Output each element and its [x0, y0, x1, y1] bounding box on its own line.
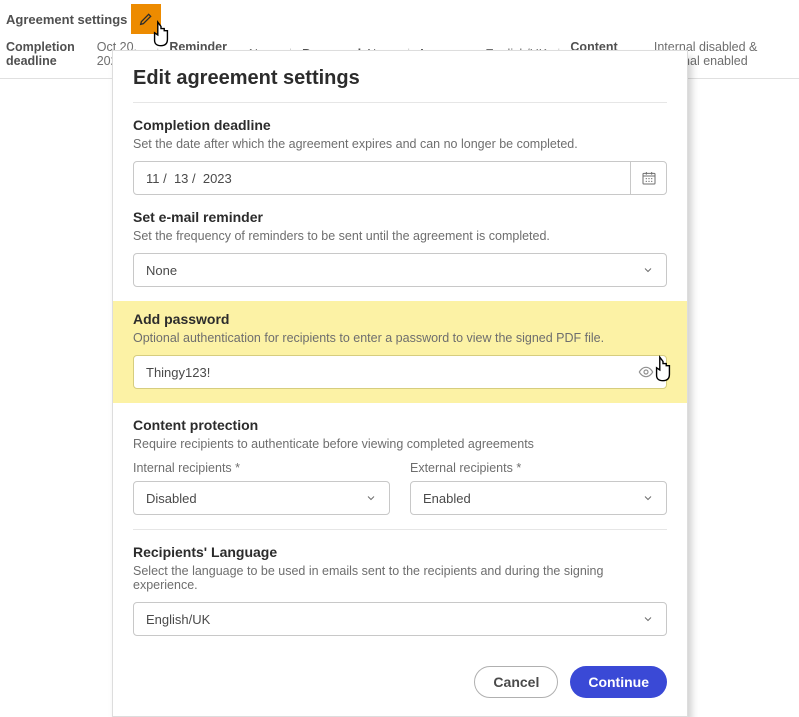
add-password-section: Add password Optional authentication for…: [113, 301, 687, 403]
calendar-button[interactable]: [630, 162, 666, 194]
show-password-icon[interactable]: [638, 364, 654, 380]
external-value: Enabled: [423, 491, 471, 506]
divider: [133, 529, 667, 530]
external-recipients-select[interactable]: Enabled: [410, 481, 667, 515]
external-recipients-label: External recipients *: [410, 461, 667, 475]
section-description: Select the language to be used in emails…: [133, 564, 667, 592]
modal-title: Edit agreement settings: [133, 67, 667, 103]
language-select[interactable]: English/UK: [133, 602, 667, 636]
chevron-down-icon: [365, 492, 377, 504]
deadline-date-input[interactable]: [134, 171, 630, 186]
internal-recipients-label: Internal recipients *: [133, 461, 390, 475]
content-protection-section: Content protection Require recipients to…: [133, 417, 667, 515]
section-description: Set the date after which the agreement e…: [133, 137, 667, 151]
language-value: English/UK: [146, 612, 210, 627]
chevron-down-icon: [642, 613, 654, 625]
continue-button[interactable]: Continue: [570, 666, 667, 698]
section-description: Require recipients to authenticate befor…: [133, 437, 667, 451]
reminder-value: None: [146, 263, 177, 278]
completion-deadline-section: Completion deadline Set the date after w…: [133, 117, 667, 195]
summary-deadline-label: Completion deadline: [6, 40, 91, 68]
reminder-frequency-select[interactable]: None: [133, 253, 667, 287]
internal-recipients-select[interactable]: Disabled: [133, 481, 390, 515]
chevron-down-icon: [642, 264, 654, 276]
reminder-section: Set e-mail reminder Set the frequency of…: [133, 209, 667, 287]
section-title: Completion deadline: [133, 117, 667, 133]
page-title: Agreement settings: [6, 12, 127, 27]
section-title: Recipients' Language: [133, 544, 667, 560]
password-input[interactable]: [146, 365, 638, 380]
recipients-language-section: Recipients' Language Select the language…: [133, 544, 667, 636]
section-description: Optional authentication for recipients t…: [133, 331, 667, 345]
edit-settings-button[interactable]: [131, 4, 161, 34]
internal-value: Disabled: [146, 491, 197, 506]
section-title: Content protection: [133, 417, 667, 433]
edit-agreement-settings-modal: Edit agreement settings Completion deadl…: [112, 50, 688, 717]
section-title: Set e-mail reminder: [133, 209, 667, 225]
cancel-button[interactable]: Cancel: [474, 666, 558, 698]
section-description: Set the frequency of reminders to be sen…: [133, 229, 667, 243]
chevron-down-icon: [642, 492, 654, 504]
section-title: Add password: [133, 311, 667, 327]
